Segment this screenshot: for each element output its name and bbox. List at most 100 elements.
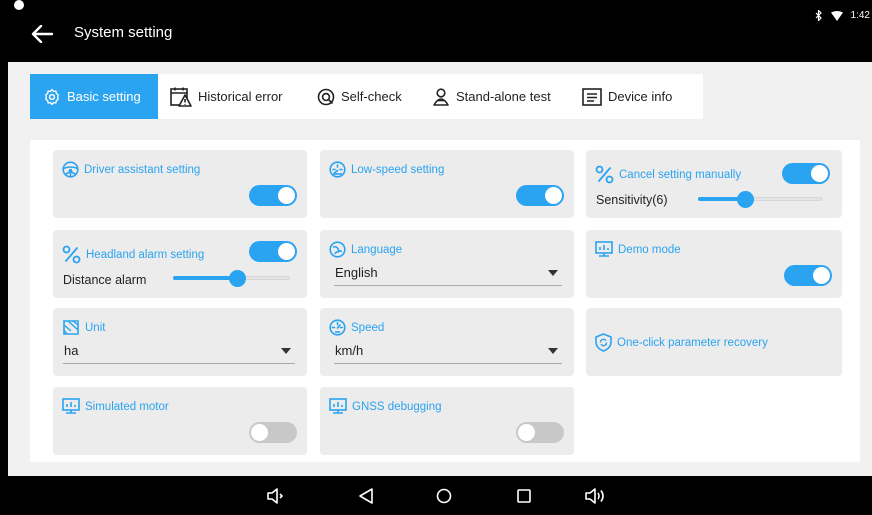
monitor-chart-icon <box>595 241 613 257</box>
percent-icon <box>62 245 81 264</box>
low-speed-card: Low-speed setting <box>320 150 574 218</box>
dropdown-arrow-icon <box>548 348 558 354</box>
tab-bar: Basic setting Historical error Self-chec… <box>30 74 703 119</box>
toggle-knob <box>518 424 535 441</box>
card-title: Low-speed setting <box>329 161 444 178</box>
card-title: Cancel setting manually <box>595 165 741 184</box>
error-history-icon <box>170 87 192 107</box>
card-title: Language <box>329 241 402 258</box>
gnss-debugging-card: GNSS debugging <box>320 387 574 455</box>
speedometer-icon <box>329 161 346 178</box>
cancel-manual-card: Cancel setting manually Sensitivity(6) <box>586 150 842 218</box>
volume-down-icon <box>267 488 284 504</box>
person-test-icon <box>433 87 449 106</box>
gnss-debugging-toggle[interactable] <box>516 422 564 443</box>
device-info-icon <box>582 87 602 106</box>
speed-select[interactable]: km/h <box>334 338 562 364</box>
sensitivity-label: Sensitivity(6) <box>596 193 668 207</box>
navigation-bar <box>0 476 872 515</box>
cancel-manual-toggle[interactable] <box>782 163 830 184</box>
page-title: System setting <box>74 24 173 41</box>
low-speed-toggle[interactable] <box>516 185 564 206</box>
headland-alarm-toggle[interactable] <box>249 241 297 262</box>
param-recovery-card[interactable]: One-click parameter recovery <box>586 308 842 376</box>
steering-wheel-icon <box>62 161 79 178</box>
card-title: Simulated motor <box>62 398 169 415</box>
tab-label: Device info <box>608 89 673 104</box>
tab-label: Stand-alone test <box>456 89 551 104</box>
toggle-knob <box>278 187 295 204</box>
recents-icon <box>517 489 531 503</box>
dropdown-arrow-icon <box>548 270 558 276</box>
slider-fill <box>173 276 236 280</box>
select-value: ha <box>64 343 79 358</box>
card-title: Driver assistant setting <box>62 161 200 178</box>
percent-icon <box>595 165 614 184</box>
unit-select[interactable]: ha <box>63 338 295 364</box>
toggle-knob <box>278 243 295 260</box>
speed-card: Speed km/h <box>320 308 574 376</box>
slider-thumb[interactable] <box>229 270 246 287</box>
tab-historical-error[interactable]: Historical error <box>158 74 305 119</box>
tab-stand-alone-test[interactable]: Stand-alone test <box>420 74 570 119</box>
arrow-left-icon <box>31 25 53 43</box>
monitor-chart-icon <box>329 398 347 414</box>
notification-dot-icon <box>14 0 24 10</box>
system-status: 1:42 <box>815 10 870 21</box>
toggle-knob <box>813 267 830 284</box>
card-title: GNSS debugging <box>329 398 442 415</box>
content-area: Basic setting Historical error Self-chec… <box>8 62 872 476</box>
back-icon <box>359 488 373 504</box>
card-title: Speed <box>329 319 384 336</box>
tab-label: Basic setting <box>67 89 141 104</box>
self-check-icon <box>317 88 335 105</box>
card-title: Unit <box>62 319 105 336</box>
sensitivity-slider[interactable] <box>698 191 822 208</box>
tab-self-check[interactable]: Self-check <box>305 74 420 119</box>
simulated-motor-toggle[interactable] <box>249 422 297 443</box>
clock: 1:42 <box>850 10 870 21</box>
home-nav-button[interactable] <box>433 485 455 507</box>
recents-nav-button[interactable] <box>513 485 535 507</box>
title-bar: System setting 1:42 <box>0 0 872 62</box>
toggle-knob <box>251 424 268 441</box>
dropdown-arrow-icon <box>281 348 291 354</box>
tab-label: Self-check <box>341 89 402 104</box>
settings-panel: Driver assistant setting Low-speed setti… <box>30 140 860 462</box>
driver-assistant-card: Driver assistant setting <box>53 150 307 218</box>
distance-alarm-slider[interactable] <box>173 270 290 287</box>
language-card: Language English <box>320 230 574 298</box>
demo-mode-card: Demo mode <box>586 230 842 298</box>
headland-alarm-card: Headland alarm setting Distance alarm <box>53 230 307 298</box>
distance-alarm-label: Distance alarm <box>63 273 147 287</box>
monitor-chart-icon <box>62 398 80 414</box>
demo-mode-toggle[interactable] <box>784 265 832 286</box>
back-button[interactable] <box>28 20 56 48</box>
slider-thumb[interactable] <box>737 191 754 208</box>
toggle-knob <box>545 187 562 204</box>
language-select[interactable]: English <box>334 260 562 286</box>
gauge-icon <box>329 319 346 336</box>
volume-up-icon <box>585 488 604 504</box>
home-icon <box>436 488 452 504</box>
select-value: km/h <box>335 343 364 358</box>
volume-down-button[interactable] <box>265 485 287 507</box>
card-title: Headland alarm setting <box>62 245 204 264</box>
gear-icon <box>45 88 59 105</box>
wifi-icon <box>830 10 843 21</box>
driver-assistant-toggle[interactable] <box>249 185 297 206</box>
select-value: English <box>335 265 378 280</box>
tab-device-info[interactable]: Device info <box>570 74 695 119</box>
unit-card: Unit ha <box>53 308 307 376</box>
back-nav-button[interactable] <box>355 485 377 507</box>
volume-up-button[interactable] <box>584 485 606 507</box>
simulated-motor-card: Simulated motor <box>53 387 307 455</box>
tab-label: Historical error <box>198 89 283 104</box>
globe-icon <box>329 241 346 258</box>
tab-basic-setting[interactable]: Basic setting <box>30 74 158 119</box>
shield-refresh-icon <box>595 333 612 352</box>
toggle-knob <box>811 165 828 182</box>
card-title: Demo mode <box>595 241 681 258</box>
card-title: One-click parameter recovery <box>595 333 768 352</box>
bluetooth-icon <box>815 10 822 21</box>
